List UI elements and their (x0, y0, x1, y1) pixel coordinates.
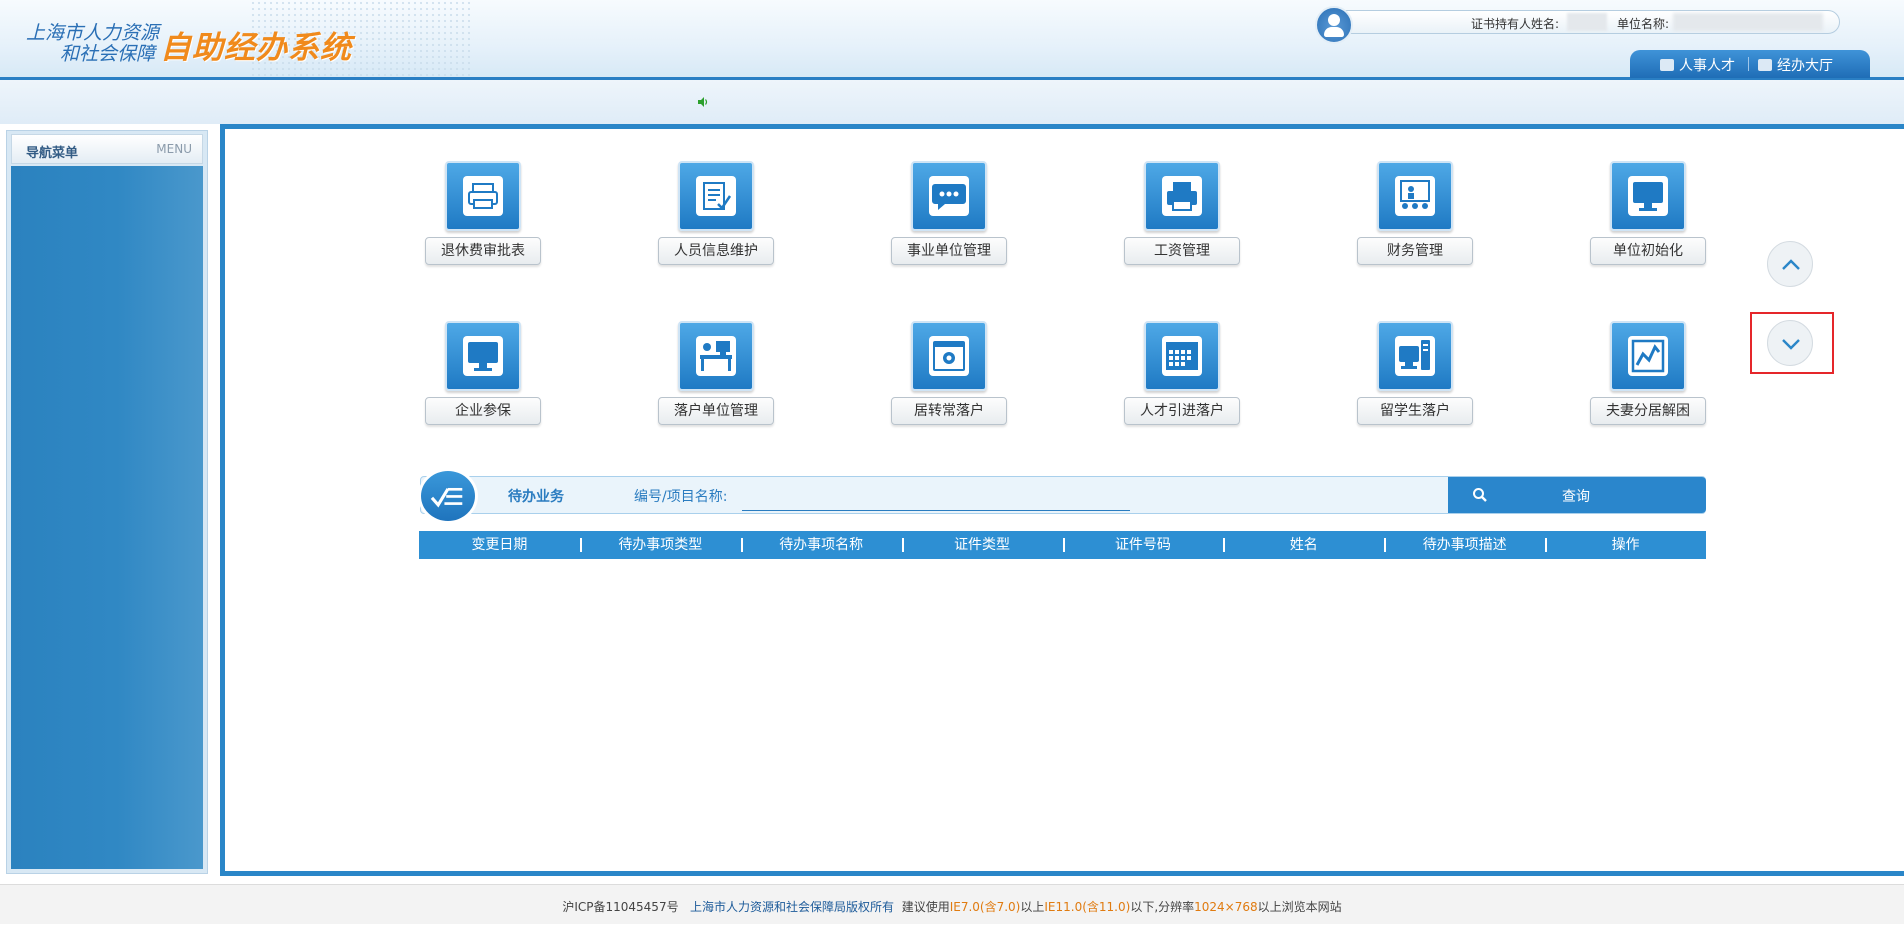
presentation-icon (1395, 176, 1435, 216)
footer: 沪ICP备11045457号 上海市人力资源和社会保障局版权所有 建议使用IE7… (0, 884, 1904, 924)
column-header: 证件号码 (1062, 531, 1224, 559)
tile-label: 事业单位管理 (891, 237, 1007, 265)
tile-salary-management[interactable]: 工资管理 (1124, 161, 1244, 273)
tab-hr[interactable]: 人事人才 (1660, 55, 1735, 75)
settings-window-icon (929, 336, 969, 376)
user-info-bar: 证书持有人姓名: 单位名称: (1315, 6, 1840, 44)
column-header: 操作 (1545, 531, 1706, 559)
user-avatar-icon (1315, 6, 1353, 44)
monitor-icon (1628, 176, 1668, 216)
tile-spouse-separation[interactable]: 夫妻分居解困 (1590, 321, 1710, 433)
tab-divider (1748, 57, 1749, 71)
tile-finance-management[interactable]: 财务管理 (1357, 161, 1477, 273)
tile-enterprise-insurance[interactable]: 企业参保 (425, 321, 545, 433)
tile-label: 人员信息维护 (658, 237, 774, 265)
tile-label: 企业参保 (425, 397, 541, 425)
search-icon (1473, 488, 1487, 502)
pending-title: 待办业务 (508, 489, 564, 505)
calendar-icon (1162, 336, 1202, 376)
tile-settlement-unit-management[interactable]: 落户单位管理 (658, 321, 778, 433)
unit-name-label: 单位名称: (1617, 17, 1670, 31)
column-header: 待办事项类型 (579, 531, 741, 559)
tile-label: 财务管理 (1357, 237, 1473, 265)
column-header: 待办事项名称 (740, 531, 902, 559)
footer-advice: 建议使用 (901, 900, 950, 914)
header: 上海市人力资源 和社会保障 自助经办系统 证书持有人姓名: 单位名称: 人事人才… (0, 0, 1904, 80)
tile-label: 人才引进落户 (1124, 397, 1240, 425)
chat-bubble-icon (929, 176, 969, 216)
tile-talent-introduction[interactable]: 人才引进落户 (1124, 321, 1244, 433)
unit-name-value (1673, 13, 1823, 31)
search-input[interactable] (742, 484, 1130, 511)
tile-personnel-info[interactable]: 人员信息维护 (658, 161, 778, 273)
footer-above: 以上 (1020, 900, 1045, 914)
column-header: 证件类型 (901, 531, 1063, 559)
tile-label: 落户单位管理 (658, 397, 774, 425)
column-header: 姓名 (1223, 531, 1384, 559)
desk-icon (696, 336, 736, 376)
footer-below-resolution: 以下,分辨率 (1130, 900, 1195, 914)
speaker-icon[interactable] (697, 96, 709, 108)
column-header: 待办事项描述 (1384, 531, 1545, 559)
printer-icon (463, 176, 503, 216)
tile-label: 退休费审批表 (425, 237, 541, 265)
pending-list-icon (418, 468, 478, 524)
document-edit-icon (696, 176, 736, 216)
chevron-up-icon (1782, 259, 1800, 270)
tab-hall[interactable]: 经办大厅 (1758, 55, 1833, 75)
sidebar-menu-area (11, 166, 203, 869)
footer-copyright: 上海市人力资源和社会保障局版权所有 (690, 900, 895, 914)
hall-icon (1758, 59, 1772, 71)
tab-hall-label: 经办大厅 (1777, 58, 1833, 74)
column-header: 变更日期 (471, 537, 528, 553)
sidebar-menu-label: MENU (156, 142, 192, 156)
footer-ie7: IE7.0(含7.0) (949, 900, 1021, 914)
logo-system-name: 自助经办系统 (160, 30, 352, 66)
tile-label: 居转常落户 (891, 397, 1007, 425)
holder-name-value (1567, 13, 1607, 31)
hr-icon (1660, 59, 1674, 71)
tile-residence-to-hukou[interactable]: 居转常落户 (891, 321, 1011, 433)
tile-label: 单位初始化 (1590, 237, 1706, 265)
footer-icp[interactable]: 沪ICP备11045457号 (562, 900, 678, 914)
tile-retirement-approval[interactable]: 退休费审批表 (425, 161, 545, 273)
sidebar-header: 导航菜单 MENU (11, 134, 203, 164)
tile-unit-initialization[interactable]: 单位初始化 (1590, 161, 1710, 273)
search-label: 编号/项目名称: (634, 489, 728, 505)
line-chart-icon (1628, 336, 1668, 376)
tile-overseas-student-settlement[interactable]: 留学生落户 (1357, 321, 1477, 433)
sidebar-title: 导航菜单 (26, 146, 79, 161)
scroll-up-button[interactable] (1767, 241, 1813, 287)
sidebar: 导航菜单 MENU (6, 130, 208, 874)
fax-printer-icon (1162, 176, 1202, 216)
computer-tower-icon (1395, 336, 1435, 376)
scroll-down-highlight (1750, 312, 1834, 374)
query-button-label: 查询 (1562, 489, 1590, 505)
monitor-icon (463, 336, 503, 376)
footer-ie11: IE11.0(含11.0) (1044, 900, 1131, 914)
tile-label: 留学生落户 (1357, 397, 1473, 425)
footer-resolution: 1024×768 (1194, 900, 1258, 914)
top-tabs: 人事人才 经办大厅 (1630, 50, 1870, 78)
holder-name-label: 证书持有人姓名: (1471, 17, 1560, 31)
query-button[interactable]: 查询 (1448, 477, 1706, 513)
tile-institution-management[interactable]: 事业单位管理 (891, 161, 1011, 273)
tile-label: 工资管理 (1124, 237, 1240, 265)
tab-hr-label: 人事人才 (1679, 58, 1735, 74)
sub-bar (0, 80, 1904, 124)
tile-label: 夫妻分居解困 (1590, 397, 1706, 425)
footer-suffix: 以上浏览本网站 (1257, 900, 1342, 914)
pending-table-header: 变更日期 待办事项类型 待办事项名称 证件类型 证件号码 姓名 待办事项描述 操… (419, 531, 1706, 559)
logo-line2: 和社会保障 (60, 43, 156, 65)
